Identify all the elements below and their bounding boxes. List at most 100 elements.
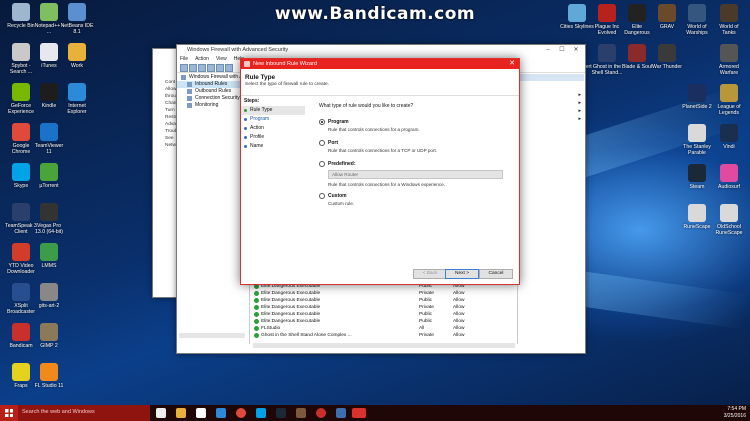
table-row[interactable]: FLStudio All Allow	[253, 325, 515, 332]
tree-item[interactable]: Outbound Rules	[177, 88, 249, 95]
desktop-icon[interactable]: gits-art-2	[32, 283, 66, 309]
desktop-icon[interactable]: League of Legends	[712, 84, 746, 116]
wizard-step: Name	[241, 142, 305, 151]
desktop-icon[interactable]: Plague Inc Evolved	[590, 4, 624, 36]
desktop-icon[interactable]: Work	[60, 43, 94, 69]
desktop-icon[interactable]: Vegas Pro 13.0 (64-bit)	[32, 203, 66, 235]
app-icon	[688, 124, 706, 142]
desktop-icon[interactable]: World of Warships	[680, 4, 714, 36]
next-button[interactable]: Next >	[445, 269, 479, 279]
tree-scrollbar[interactable]	[179, 333, 245, 338]
task-view-icon[interactable]	[156, 408, 166, 418]
maximize-icon[interactable]: ☐	[555, 45, 569, 55]
close-icon[interactable]: ✕	[569, 45, 583, 55]
desktop-icon[interactable]: µTorrent	[32, 163, 66, 189]
app-icon	[688, 84, 706, 102]
wizard-task-icon[interactable]	[352, 408, 366, 418]
desktop-icon[interactable]: GRAV	[650, 4, 684, 30]
folder-icon[interactable]	[198, 64, 206, 72]
desktop-icon[interactable]: LMMS	[32, 243, 66, 269]
rule-type-option[interactable]: Program Rule that controls connections fo…	[319, 119, 515, 132]
tree-item[interactable]: Connection Security Ru...	[177, 95, 252, 102]
desktop-icon[interactable]: The Stanley Parable	[680, 124, 714, 156]
desktop-icon[interactable]: World of Tanks	[712, 4, 746, 36]
table-row[interactable]: Elite:Dangerous Executable Public Allow	[253, 311, 515, 318]
tree-item[interactable]: Windows Firewall with Adv...	[177, 74, 252, 81]
new-inbound-rule-wizard[interactable]: New Inbound Rule Wizard ✕ Rule Type Sele…	[240, 58, 520, 285]
table-row[interactable]: Elite:Dangerous Executable Public Allow	[253, 318, 515, 325]
app-icon	[720, 84, 738, 102]
app-icon	[40, 3, 58, 21]
desktop-icon[interactable]: Steam	[680, 164, 714, 190]
desktop-icon[interactable]: Audiosurf	[712, 164, 746, 190]
desktop-icon[interactable]: Elite Dangerous	[620, 4, 654, 36]
desktop-icon-label: Vegas Pro 13.0 (64-bit)	[35, 223, 63, 235]
table-row[interactable]: Elite:Dangerous Executable Private Allow	[253, 304, 515, 311]
table-row[interactable]: Ghost in the Shell Stand Alone Complex .…	[253, 332, 515, 339]
desktop-icon[interactable]: Vindi	[712, 124, 746, 150]
wizard-titlebar[interactable]: New Inbound Rule Wizard ✕	[241, 59, 519, 69]
file-explorer-icon[interactable]	[176, 408, 186, 418]
list-icon[interactable]	[207, 64, 215, 72]
table-row[interactable]: Elite:Dangerous Executable Private Allow	[253, 290, 515, 297]
rule-type-option[interactable]: Port Rule that controls connections for a…	[319, 140, 515, 153]
desktop-icon[interactable]: Internet Explorer	[60, 83, 94, 115]
desktop-icon-label: µTorrent	[39, 183, 59, 189]
rule-name: FLStudio	[261, 326, 281, 331]
system-clock[interactable]: 7:54 PM 3/25/2016	[686, 406, 746, 420]
steam-icon[interactable]	[276, 408, 286, 418]
radio-button[interactable]	[319, 193, 325, 199]
firewall-task-icon[interactable]	[336, 408, 346, 418]
minimize-icon[interactable]: –	[541, 45, 555, 55]
firewall-titlebar[interactable]: Windows Firewall with Advanced Security …	[177, 45, 585, 55]
clock-time: 7:54 PM	[727, 406, 746, 412]
rule-type-question: What type of rule would you like to crea…	[319, 103, 414, 109]
desktop-icon[interactable]: Armored Warfare	[712, 44, 746, 76]
back-button[interactable]: < Back	[413, 269, 447, 279]
app-icon	[40, 203, 58, 221]
rule-profile: Public	[419, 319, 433, 324]
edge-icon[interactable]	[216, 408, 226, 418]
export-icon[interactable]	[216, 64, 224, 72]
start-button[interactable]	[0, 405, 18, 421]
game-icon[interactable]	[296, 408, 306, 418]
store-icon[interactable]	[196, 408, 206, 418]
forward-arrow-icon[interactable]	[189, 64, 197, 72]
back-arrow-icon[interactable]	[180, 64, 188, 72]
help-icon[interactable]	[225, 64, 233, 72]
close-icon[interactable]: ✕	[509, 59, 515, 69]
rule-type-option[interactable]: Custom Custom rule.	[319, 193, 515, 206]
desktop-icon[interactable]: FL Studio 11	[32, 363, 66, 389]
desktop-icon[interactable]: Cities Skylines	[560, 4, 594, 30]
desktop-icon[interactable]: OldSchool RuneScape	[712, 204, 746, 236]
menu-view[interactable]: View	[216, 56, 227, 62]
menu-file[interactable]: File	[180, 56, 188, 62]
radio-button[interactable]	[319, 140, 325, 146]
desktop-icon-label: World of Tanks	[719, 24, 739, 36]
desktop-icon[interactable]: NetBeans IDE 8.1	[60, 3, 94, 35]
rule-type-option[interactable]: Predefined: Allow Router Rule that control…	[319, 161, 515, 187]
desktop-icon[interactable]: PlanetSide 2	[680, 84, 714, 110]
search-box[interactable]: Search the web and Windows	[18, 405, 150, 421]
app-icon	[40, 43, 58, 61]
desktop-icon[interactable]: Blade & Soul	[620, 44, 654, 70]
firewall-icon	[244, 61, 250, 67]
bandicam-icon[interactable]	[316, 408, 326, 418]
desktop-icon[interactable]: TeamViewer 11	[32, 123, 66, 155]
rules-scrollbar[interactable]	[253, 343, 515, 348]
radio-button[interactable]	[319, 161, 325, 167]
wizard-step[interactable]: Program	[241, 115, 305, 124]
desktop-icon[interactable]: Ghost in the Shell Stand...	[590, 44, 624, 76]
skype-icon[interactable]	[256, 408, 266, 418]
desktop-icon[interactable]: GIMP 2	[32, 323, 66, 349]
desktop-icon[interactable]: RuneScape	[680, 204, 714, 230]
table-row[interactable]: Elite:Dangerous Executable Public Allow	[253, 297, 515, 304]
tree-item[interactable]: Monitoring	[177, 102, 249, 109]
desktop-icon-label: League of Legends	[717, 104, 741, 116]
desktop-icon[interactable]: War Thunder	[650, 44, 684, 70]
menu-action[interactable]: Action	[195, 56, 209, 62]
tree-item[interactable]: Inbound Rules	[177, 81, 249, 88]
cancel-button[interactable]: Cancel	[479, 269, 513, 279]
chrome-icon[interactable]	[236, 408, 246, 418]
radio-button[interactable]	[319, 119, 325, 125]
